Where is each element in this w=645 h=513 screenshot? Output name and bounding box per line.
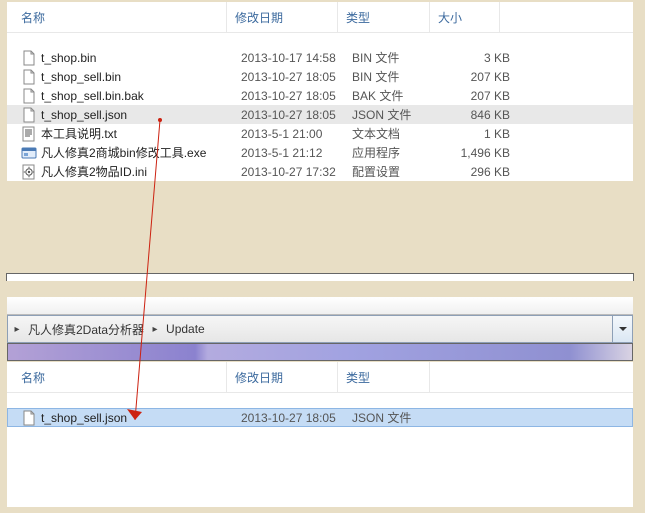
file-date: 2013-10-27 18:05: [241, 411, 352, 425]
column-header-size[interactable]: 大小: [430, 2, 500, 33]
file-size: 846 KB: [444, 108, 514, 122]
column-header-date[interactable]: 修改日期: [227, 362, 338, 393]
file-row[interactable]: t_shop.bin2013-10-17 14:58BIN 文件3 KB: [7, 48, 633, 67]
column-header-filler: [430, 362, 633, 393]
bottom-file-explorer: 名称 修改日期 类型 t_shop_sell.json2013-10-27 18…: [7, 362, 633, 507]
file-size: 207 KB: [444, 89, 514, 103]
file-type: 文本文档: [352, 125, 444, 142]
file-row[interactable]: t_shop_sell.bin2013-10-27 18:05BIN 文件207…: [7, 67, 633, 86]
column-header-type[interactable]: 类型: [338, 2, 430, 33]
file-name: 凡人修真2商城bin修改工具.exe: [41, 144, 241, 161]
file-date: 2013-10-27 18:05: [241, 89, 352, 103]
file-size: 1 KB: [444, 127, 514, 141]
column-header-type[interactable]: 类型: [338, 362, 430, 393]
file-type: JSON 文件: [352, 106, 444, 123]
breadcrumb-back-chevron-icon[interactable]: ▸: [8, 324, 26, 335]
breadcrumb-bar[interactable]: ▸ 凡人修真2Data分析器 ▸ Update: [7, 315, 633, 343]
file-type: JSON 文件: [352, 409, 444, 426]
file-name: t_shop.bin: [41, 51, 241, 65]
file-name: t_shop_sell.bin: [41, 70, 241, 84]
file-row[interactable]: t_shop_sell.bin.bak2013-10-27 18:05BAK 文…: [7, 86, 633, 105]
file-type: BIN 文件: [352, 49, 444, 66]
file-icon: [21, 50, 37, 66]
column-header-filler: [500, 2, 633, 33]
file-type: BAK 文件: [352, 87, 444, 104]
column-header-row: 名称 修改日期 类型: [7, 362, 633, 393]
file-name: t_shop_sell.bin.bak: [41, 89, 241, 103]
file-icon: [21, 88, 37, 104]
file-row[interactable]: 凡人修真2商城bin修改工具.exe2013-5-1 21:12应用程序1,49…: [7, 143, 633, 162]
bottom-file-list: 名称 修改日期 类型 t_shop_sell.json2013-10-27 18…: [7, 362, 633, 427]
breadcrumb-segment-1[interactable]: 凡人修真2Data分析器: [26, 316, 146, 342]
file-row[interactable]: 凡人修真2物品ID.ini2013-10-27 17:32配置设置296 KB: [7, 162, 633, 181]
file-type: 配置设置: [352, 163, 444, 180]
top-file-explorer: 名称 修改日期 类型 大小 t_shop.bin2013-10-17 14:58…: [7, 2, 633, 181]
breadcrumb-segment-2[interactable]: Update: [164, 316, 207, 342]
panel-divider-top: [6, 273, 634, 281]
breadcrumb-dropdown-icon[interactable]: [612, 316, 632, 342]
column-header-date[interactable]: 修改日期: [227, 2, 338, 33]
file-date: 2013-5-1 21:00: [241, 127, 352, 141]
file-size: 207 KB: [444, 70, 514, 84]
file-date: 2013-10-27 17:32: [241, 165, 352, 179]
file-row[interactable]: t_shop_sell.json2013-10-27 18:05JSON 文件: [7, 408, 633, 427]
file-icon: [21, 410, 37, 426]
file-type: 应用程序: [352, 144, 444, 161]
file-icon: [21, 107, 37, 123]
file-name: t_shop_sell.json: [41, 108, 241, 122]
txt-icon: [21, 126, 37, 142]
file-date: 2013-10-17 14:58: [241, 51, 352, 65]
ini-icon: [21, 164, 37, 180]
top-file-list: 名称 修改日期 类型 大小 t_shop.bin2013-10-17 14:58…: [7, 2, 633, 181]
file-row[interactable]: 本工具说明.txt2013-5-1 21:00文本文档1 KB: [7, 124, 633, 143]
column-header-name[interactable]: 名称: [7, 362, 227, 393]
file-name: t_shop_sell.json: [41, 411, 241, 425]
middle-panel: ▸ 凡人修真2Data分析器 ▸ Update: [7, 297, 633, 361]
toolbar-bar: [7, 343, 633, 361]
file-name: 凡人修真2物品ID.ini: [41, 163, 241, 180]
file-name: 本工具说明.txt: [41, 125, 241, 142]
file-date: 2013-10-27 18:05: [241, 108, 352, 122]
file-date: 2013-10-27 18:05: [241, 70, 352, 84]
file-size: 3 KB: [444, 51, 514, 65]
file-date: 2013-5-1 21:12: [241, 146, 352, 160]
file-size: 1,496 KB: [444, 146, 514, 160]
file-type: BIN 文件: [352, 68, 444, 85]
column-header-row: 名称 修改日期 类型 大小: [7, 2, 633, 33]
file-icon: [21, 69, 37, 85]
file-row[interactable]: t_shop_sell.json2013-10-27 18:05JSON 文件8…: [7, 105, 633, 124]
exe-icon: [21, 145, 37, 161]
breadcrumb-chevron-icon[interactable]: ▸: [146, 324, 164, 335]
column-header-name[interactable]: 名称: [7, 2, 227, 33]
file-size: 296 KB: [444, 165, 514, 179]
